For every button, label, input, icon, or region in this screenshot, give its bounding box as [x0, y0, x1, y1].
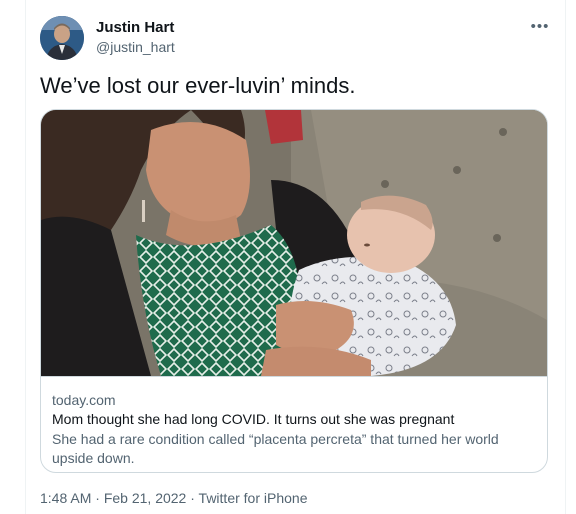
tweet-date[interactable]: Feb 21, 2022	[104, 490, 187, 506]
author-name[interactable]: Justin Hart	[96, 19, 174, 36]
tweet-source[interactable]: Twitter for iPhone	[199, 490, 308, 506]
meta-separator: ·	[186, 490, 199, 506]
tweet-text: We’ve lost our ever-luvin’ minds.	[40, 73, 356, 98]
more-options-icon[interactable]: •••	[526, 14, 554, 38]
link-card[interactable]: today.com Mom thought she had long COVID…	[40, 109, 548, 473]
card-divider	[41, 376, 547, 377]
timeline-right-border	[565, 0, 566, 514]
card-title: Mom thought she had long COVID. It turns…	[52, 411, 455, 427]
tweet-meta: 1:48 AM · Feb 21, 2022 · Twitter for iPh…	[40, 490, 307, 506]
mother-and-newborn-photo	[41, 110, 547, 376]
avatar-image	[40, 16, 84, 60]
author-handle[interactable]: @justin_hart	[96, 39, 175, 55]
avatar[interactable]	[40, 16, 84, 60]
card-domain: today.com	[52, 392, 116, 408]
card-image	[41, 110, 547, 376]
timeline-left-border	[25, 0, 26, 514]
tweet-time[interactable]: 1:48 AM	[40, 490, 91, 506]
meta-separator: ·	[91, 490, 104, 506]
card-description: She had a rare condition called “placent…	[52, 431, 499, 466]
